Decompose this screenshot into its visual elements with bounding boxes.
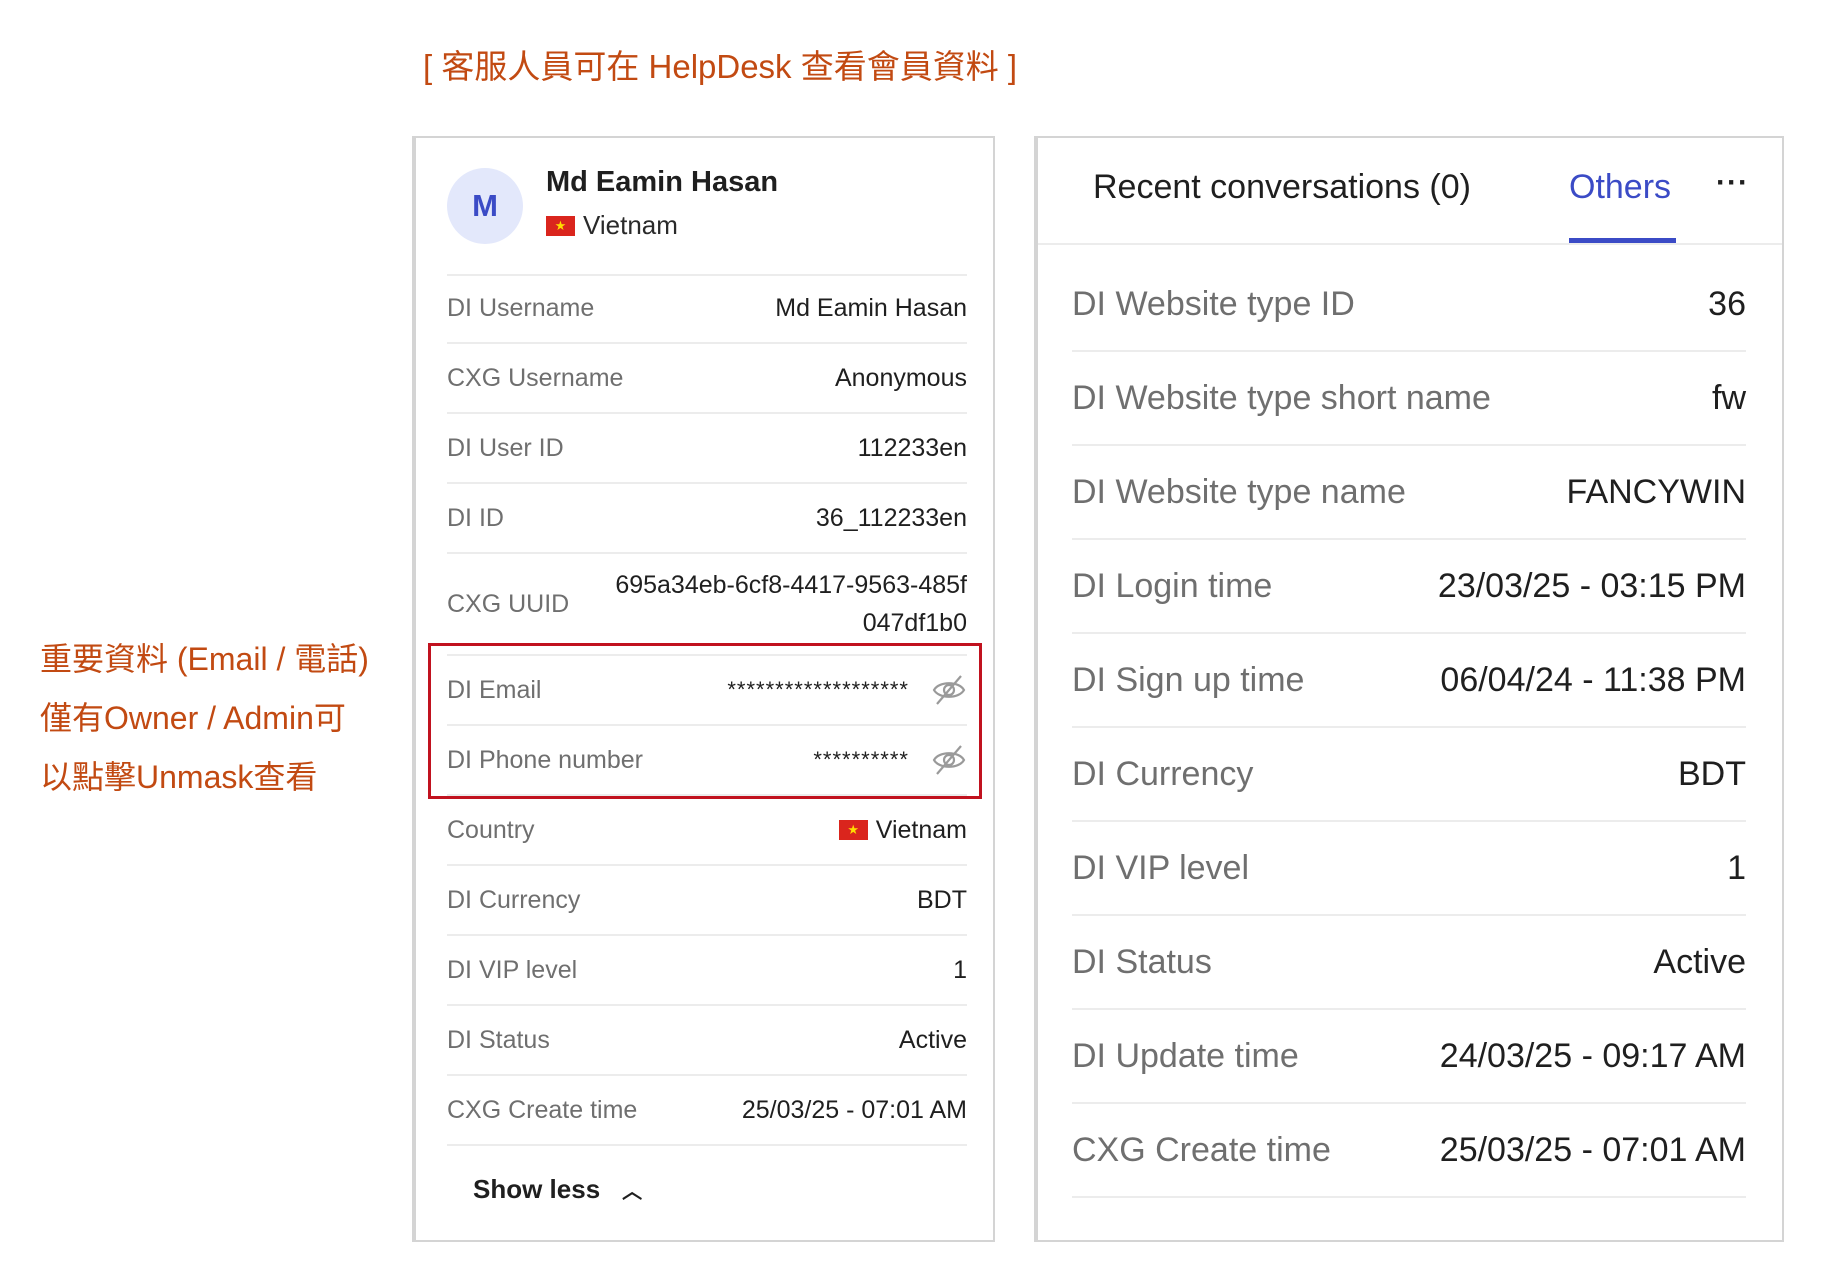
others-row: CXG Create time 25/03/25 - 07:01 AM <box>1072 1104 1746 1198</box>
chevron-up-icon: ︿ <box>622 1181 643 1203</box>
active-tab-indicator <box>1569 238 1676 243</box>
detail-value: 695a34eb-6cf8-4417-9563-485f047df1b0 <box>615 571 967 637</box>
others-value: FANCYWIN <box>1566 472 1746 511</box>
others-label: DI Currency <box>1072 754 1254 793</box>
more-horizontal-icon[interactable]: ··· <box>1716 166 1749 200</box>
detail-value: 25/03/25 - 07:01 AM <box>741 1095 967 1124</box>
others-value: fw <box>1712 378 1746 417</box>
profile-name: Md Eamin Hasan <box>546 166 779 198</box>
others-row: DI VIP level 1 <box>1072 822 1746 916</box>
others-label: DI Website type name <box>1072 472 1406 511</box>
others-label: DI Website type ID <box>1072 284 1355 323</box>
detail-label: CXG Create time <box>447 1095 638 1124</box>
others-row: DI Login time 23/03/25 - 03:15 PM <box>1072 540 1746 634</box>
detail-label: DI VIP level <box>447 955 578 984</box>
profile-country-label: Vietnam <box>583 210 678 240</box>
others-row: DI Currency BDT <box>1072 728 1746 822</box>
detail-value: 112233en <box>857 433 967 462</box>
vietnam-flag-icon: ★ <box>546 215 575 236</box>
detail-row-cxg-create-time: CXG Create time 25/03/25 - 07:01 AM <box>447 1076 967 1146</box>
detail-label: Country <box>447 815 535 844</box>
show-less-label: Show less <box>473 1174 601 1204</box>
detail-label: DI ID <box>447 503 504 532</box>
country-value: Vietnam <box>875 815 967 844</box>
detail-row-di-status: DI Status Active <box>447 1006 967 1076</box>
masked-phone: ********** <box>813 747 909 772</box>
detail-value-masked: ******************* <box>727 672 967 708</box>
tab-recent-conversations[interactable]: Recent conversations (0) <box>1093 168 1471 207</box>
detail-row-di-phone: DI Phone number ********** <box>447 726 967 796</box>
others-value: 1 <box>1727 848 1746 887</box>
detail-label: DI Username <box>447 293 595 322</box>
detail-row-di-user-id: DI User ID 112233en <box>447 414 967 484</box>
others-label: DI Sign up time <box>1072 660 1305 699</box>
others-label: DI Update time <box>1072 1036 1299 1075</box>
profile-header: M Md Eamin Hasan ★ Vietnam <box>447 166 967 276</box>
annotation-note-line: 重要資料 (Email / 電話) <box>40 641 369 677</box>
show-less-button[interactable]: Show less ︿ <box>473 1174 642 1205</box>
others-row: DI Website type name FANCYWIN <box>1072 446 1746 540</box>
others-value: 25/03/25 - 07:01 AM <box>1439 1130 1746 1169</box>
others-label: DI Website type short name <box>1072 378 1491 417</box>
detail-row-cxg-username: CXG Username Anonymous <box>447 344 967 414</box>
others-label: DI Login time <box>1072 566 1273 605</box>
others-value: 06/04/24 - 11:38 PM <box>1440 660 1746 699</box>
detail-label: CXG UUID <box>447 589 570 618</box>
detail-value: Anonymous <box>834 363 967 392</box>
eye-off-icon[interactable] <box>931 672 967 708</box>
detail-label: CXG Username <box>447 363 624 392</box>
others-value: 23/03/25 - 03:15 PM <box>1437 566 1746 605</box>
detail-row-country: Country ★ Vietnam <box>447 796 967 866</box>
others-row: DI Update time 24/03/25 - 09:17 AM <box>1072 1010 1746 1104</box>
annotation-note-line: 以點擊Unmask查看 <box>40 759 318 795</box>
detail-label: DI Email <box>447 675 542 704</box>
others-label: DI VIP level <box>1072 848 1250 887</box>
detail-label: DI User ID <box>447 433 564 462</box>
detail-value: 36_112233en <box>815 503 967 532</box>
others-row: DI Website type ID 36 <box>1072 258 1746 352</box>
others-label: CXG Create time <box>1072 1130 1331 1169</box>
detail-row-di-vip-level: DI VIP level 1 <box>447 936 967 1006</box>
detail-value: 1 <box>953 955 967 984</box>
others-details-list: DI Website type ID 36 DI Website type sh… <box>1072 258 1746 1198</box>
others-row: DI Website type short name fw <box>1072 352 1746 446</box>
detail-value: BDT <box>917 885 967 914</box>
annotation-note: 重要資料 (Email / 電話) 僅有Owner / Admin可 以點擊Un… <box>40 630 385 807</box>
others-row: DI Sign up time 06/04/24 - 11:38 PM <box>1072 634 1746 728</box>
detail-value-masked: ********** <box>813 742 967 778</box>
detail-label: DI Status <box>447 1025 550 1054</box>
tab-bar: Recent conversations (0) Others ··· <box>1038 138 1782 245</box>
detail-label: DI Phone number <box>447 745 643 774</box>
annotation-title: [ 客服人員可在 HelpDesk 查看會員資料 ] <box>423 48 1018 85</box>
detail-value: Active <box>898 1025 967 1054</box>
page: [ 客服人員可在 HelpDesk 查看會員資料 ] 重要資料 (Email /… <box>0 0 1830 1278</box>
detail-row-di-id: DI ID 36_112233en <box>447 484 967 554</box>
detail-value: Md Eamin Hasan <box>775 293 967 322</box>
member-profile-card: M Md Eamin Hasan ★ Vietnam DI Username M… <box>412 136 995 1242</box>
avatar: M <box>447 168 523 244</box>
vietnam-flag-icon: ★ <box>838 820 868 840</box>
others-value: BDT <box>1678 754 1746 793</box>
detail-row-di-username: DI Username Md Eamin Hasan <box>447 274 967 344</box>
detail-label: DI Currency <box>447 885 581 914</box>
detail-row-cxg-uuid: CXG UUID 695a34eb-6cf8-4417-9563-485f047… <box>447 554 967 656</box>
others-value: 24/03/25 - 09:17 AM <box>1439 1036 1746 1075</box>
annotation-note-line: 僅有Owner / Admin可 <box>40 700 346 736</box>
others-row: DI Status Active <box>1072 916 1746 1010</box>
profile-details-list: DI Username Md Eamin Hasan CXG Username … <box>447 274 967 1146</box>
eye-off-icon[interactable] <box>931 742 967 778</box>
others-label: DI Status <box>1072 942 1212 981</box>
others-value: 36 <box>1708 284 1746 323</box>
masked-email: ******************* <box>727 677 909 702</box>
conversation-details-card: Recent conversations (0) Others ··· DI W… <box>1034 136 1784 1242</box>
detail-row-di-email: DI Email ******************* <box>447 656 967 726</box>
detail-row-di-currency: DI Currency BDT <box>447 866 967 936</box>
others-value: Active <box>1653 942 1746 981</box>
profile-country: ★ Vietnam <box>546 210 678 241</box>
detail-value: ★ Vietnam <box>838 815 967 845</box>
tab-others[interactable]: Others <box>1569 168 1671 207</box>
